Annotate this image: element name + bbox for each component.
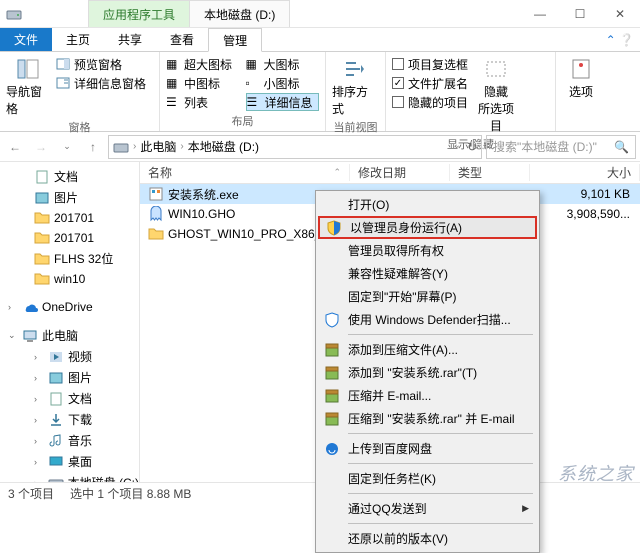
forward-button[interactable]: →: [30, 136, 52, 158]
search-input[interactable]: 搜索"本地磁盘 (D:)" 🔍: [486, 135, 636, 159]
home-tab[interactable]: 主页: [52, 28, 104, 51]
qab-sep: [26, 6, 42, 22]
options-button[interactable]: 选项: [562, 55, 600, 126]
cm-defender[interactable]: 使用 Windows Defender扫描...: [318, 308, 537, 331]
layout-small[interactable]: ▫小图标: [246, 74, 320, 92]
cm-qq-send[interactable]: 通过QQ发送到▶: [318, 497, 537, 520]
tree-local-c[interactable]: ›本地磁盘 (C:): [0, 472, 139, 482]
help-icon[interactable]: ⌃ ❔: [600, 28, 640, 51]
layout-extra-large[interactable]: ▦超大图标: [166, 55, 240, 73]
addressbar: ← → ⌄ ↑ › 此电脑 › 本地磁盘 (D:) ⌄↻ 搜索"本地磁盘 (D:…: [0, 132, 640, 162]
tree-videos[interactable]: ›视频: [0, 346, 139, 367]
winrar-icon: [324, 411, 340, 427]
selection-info: 选中 1 个项目 8.88 MB: [70, 485, 191, 502]
tree-documents[interactable]: 文档: [0, 166, 139, 187]
file-ext-toggle[interactable]: ✓文件扩展名: [392, 74, 468, 92]
layout-large[interactable]: ▦大图标: [246, 55, 320, 73]
item-checkbox-toggle[interactable]: 项目复选框: [392, 55, 468, 73]
search-icon: 🔍: [614, 140, 629, 154]
tree-this-pc[interactable]: ⌄此电脑: [0, 325, 139, 346]
up-button[interactable]: ↑: [82, 136, 104, 158]
cm-add-rar[interactable]: 添加到 "安装系统.rar"(T): [318, 361, 537, 384]
shield-icon: [326, 220, 342, 236]
tree-pictures2[interactable]: ›图片: [0, 367, 139, 388]
tree-pictures[interactable]: 图片: [0, 187, 139, 208]
cm-add-archive[interactable]: 添加到压缩文件(A)...: [318, 338, 537, 361]
nav-pane-button[interactable]: 导航窗格: [6, 55, 50, 117]
tree-music[interactable]: ›音乐: [0, 430, 139, 451]
refresh-icon[interactable]: ↻: [467, 140, 477, 154]
tree-folder[interactable]: win10: [0, 269, 139, 289]
title-tab: 本地磁盘 (D:): [189, 0, 290, 27]
exe-icon: [148, 186, 164, 202]
item-count: 3 个项目: [8, 485, 54, 502]
cm-troubleshoot[interactable]: 兼容性疑难解答(Y): [318, 262, 537, 285]
tree-folder[interactable]: 201701: [0, 228, 139, 248]
context-menu: 打开(O) 以管理员身份运行(A) 管理员取得所有权 兼容性疑难解答(Y) 固定…: [315, 190, 540, 553]
cm-run-as-admin[interactable]: 以管理员身份运行(A): [318, 216, 537, 239]
breadcrumb-drive[interactable]: 本地磁盘 (D:): [188, 138, 259, 155]
cm-compress-email[interactable]: 压缩并 E-mail...: [318, 384, 537, 407]
preview-pane-button[interactable]: 预览窗格: [56, 55, 146, 73]
tree-downloads[interactable]: ›下载: [0, 409, 139, 430]
contextual-tab-tools[interactable]: 应用程序工具: [88, 0, 190, 27]
titlebar: 应用程序工具 本地磁盘 (D:) — ☐ ✕: [0, 0, 640, 28]
layout-details[interactable]: ☰详细信息: [246, 93, 320, 111]
folder-icon: [148, 226, 164, 242]
baidu-icon: [324, 441, 340, 457]
drive-icon: [113, 139, 129, 155]
cm-restore[interactable]: 还原以前的版本(V): [318, 527, 537, 550]
details-pane-button[interactable]: 详细信息窗格: [56, 74, 146, 92]
breadcrumb[interactable]: › 此电脑 › 本地磁盘 (D:) ⌄↻: [108, 135, 482, 159]
hide-selected-button[interactable]: 隐藏 所选项目: [474, 55, 518, 134]
tree-onedrive[interactable]: ›OneDrive: [0, 297, 139, 317]
view-tab[interactable]: 查看: [156, 28, 208, 51]
gho-icon: [148, 206, 164, 222]
nav-tree[interactable]: 文档 图片 201701 201701 FLHS 32位 win10 ›OneD…: [0, 162, 140, 482]
sort-by-button[interactable]: 排序方式: [332, 55, 376, 117]
close-button[interactable]: ✕: [600, 1, 640, 27]
tree-documents2[interactable]: ›文档: [0, 388, 139, 409]
cm-pin-taskbar[interactable]: 固定到任务栏(K): [318, 467, 537, 490]
cm-baidu[interactable]: 上传到百度网盘: [318, 437, 537, 460]
cm-pin-start[interactable]: 固定到"开始"屏幕(P): [318, 285, 537, 308]
recent-dropdown[interactable]: ⌄: [56, 136, 78, 158]
winrar-icon: [324, 365, 340, 381]
share-tab[interactable]: 共享: [104, 28, 156, 51]
file-tab[interactable]: 文件: [0, 28, 52, 51]
tree-folder[interactable]: 201701: [0, 208, 139, 228]
cm-take-ownership[interactable]: 管理员取得所有权: [318, 239, 537, 262]
defender-icon: [324, 312, 340, 328]
hidden-items-toggle[interactable]: 隐藏的项目: [392, 93, 468, 111]
back-button[interactable]: ←: [4, 136, 26, 158]
winrar-icon: [324, 342, 340, 358]
minimize-button[interactable]: —: [520, 1, 560, 27]
layout-list[interactable]: ☰列表: [166, 93, 240, 111]
maximize-button[interactable]: ☐: [560, 1, 600, 27]
breadcrumb-this-pc[interactable]: 此电脑: [140, 138, 176, 155]
winrar-icon: [324, 388, 340, 404]
tree-desktop[interactable]: ›桌面: [0, 451, 139, 472]
cm-open[interactable]: 打开(O): [318, 193, 537, 216]
manage-tab[interactable]: 管理: [208, 28, 262, 52]
drive-icon: [6, 6, 22, 22]
column-headers[interactable]: 名称⌃ 修改日期 类型 大小: [140, 162, 640, 184]
tree-folder[interactable]: FLHS 32位: [0, 248, 139, 269]
layout-medium[interactable]: ▦中图标: [166, 74, 240, 92]
ribbon-tabs: 文件 主页 共享 查看 管理 ⌃ ❔: [0, 28, 640, 52]
ribbon: 导航窗格 预览窗格 详细信息窗格 窗格 ▦超大图标 ▦中图标 ☰列表 ▦大图标 …: [0, 52, 640, 132]
cm-compress-rar-email[interactable]: 压缩到 "安装系统.rar" 并 E-mail: [318, 407, 537, 430]
